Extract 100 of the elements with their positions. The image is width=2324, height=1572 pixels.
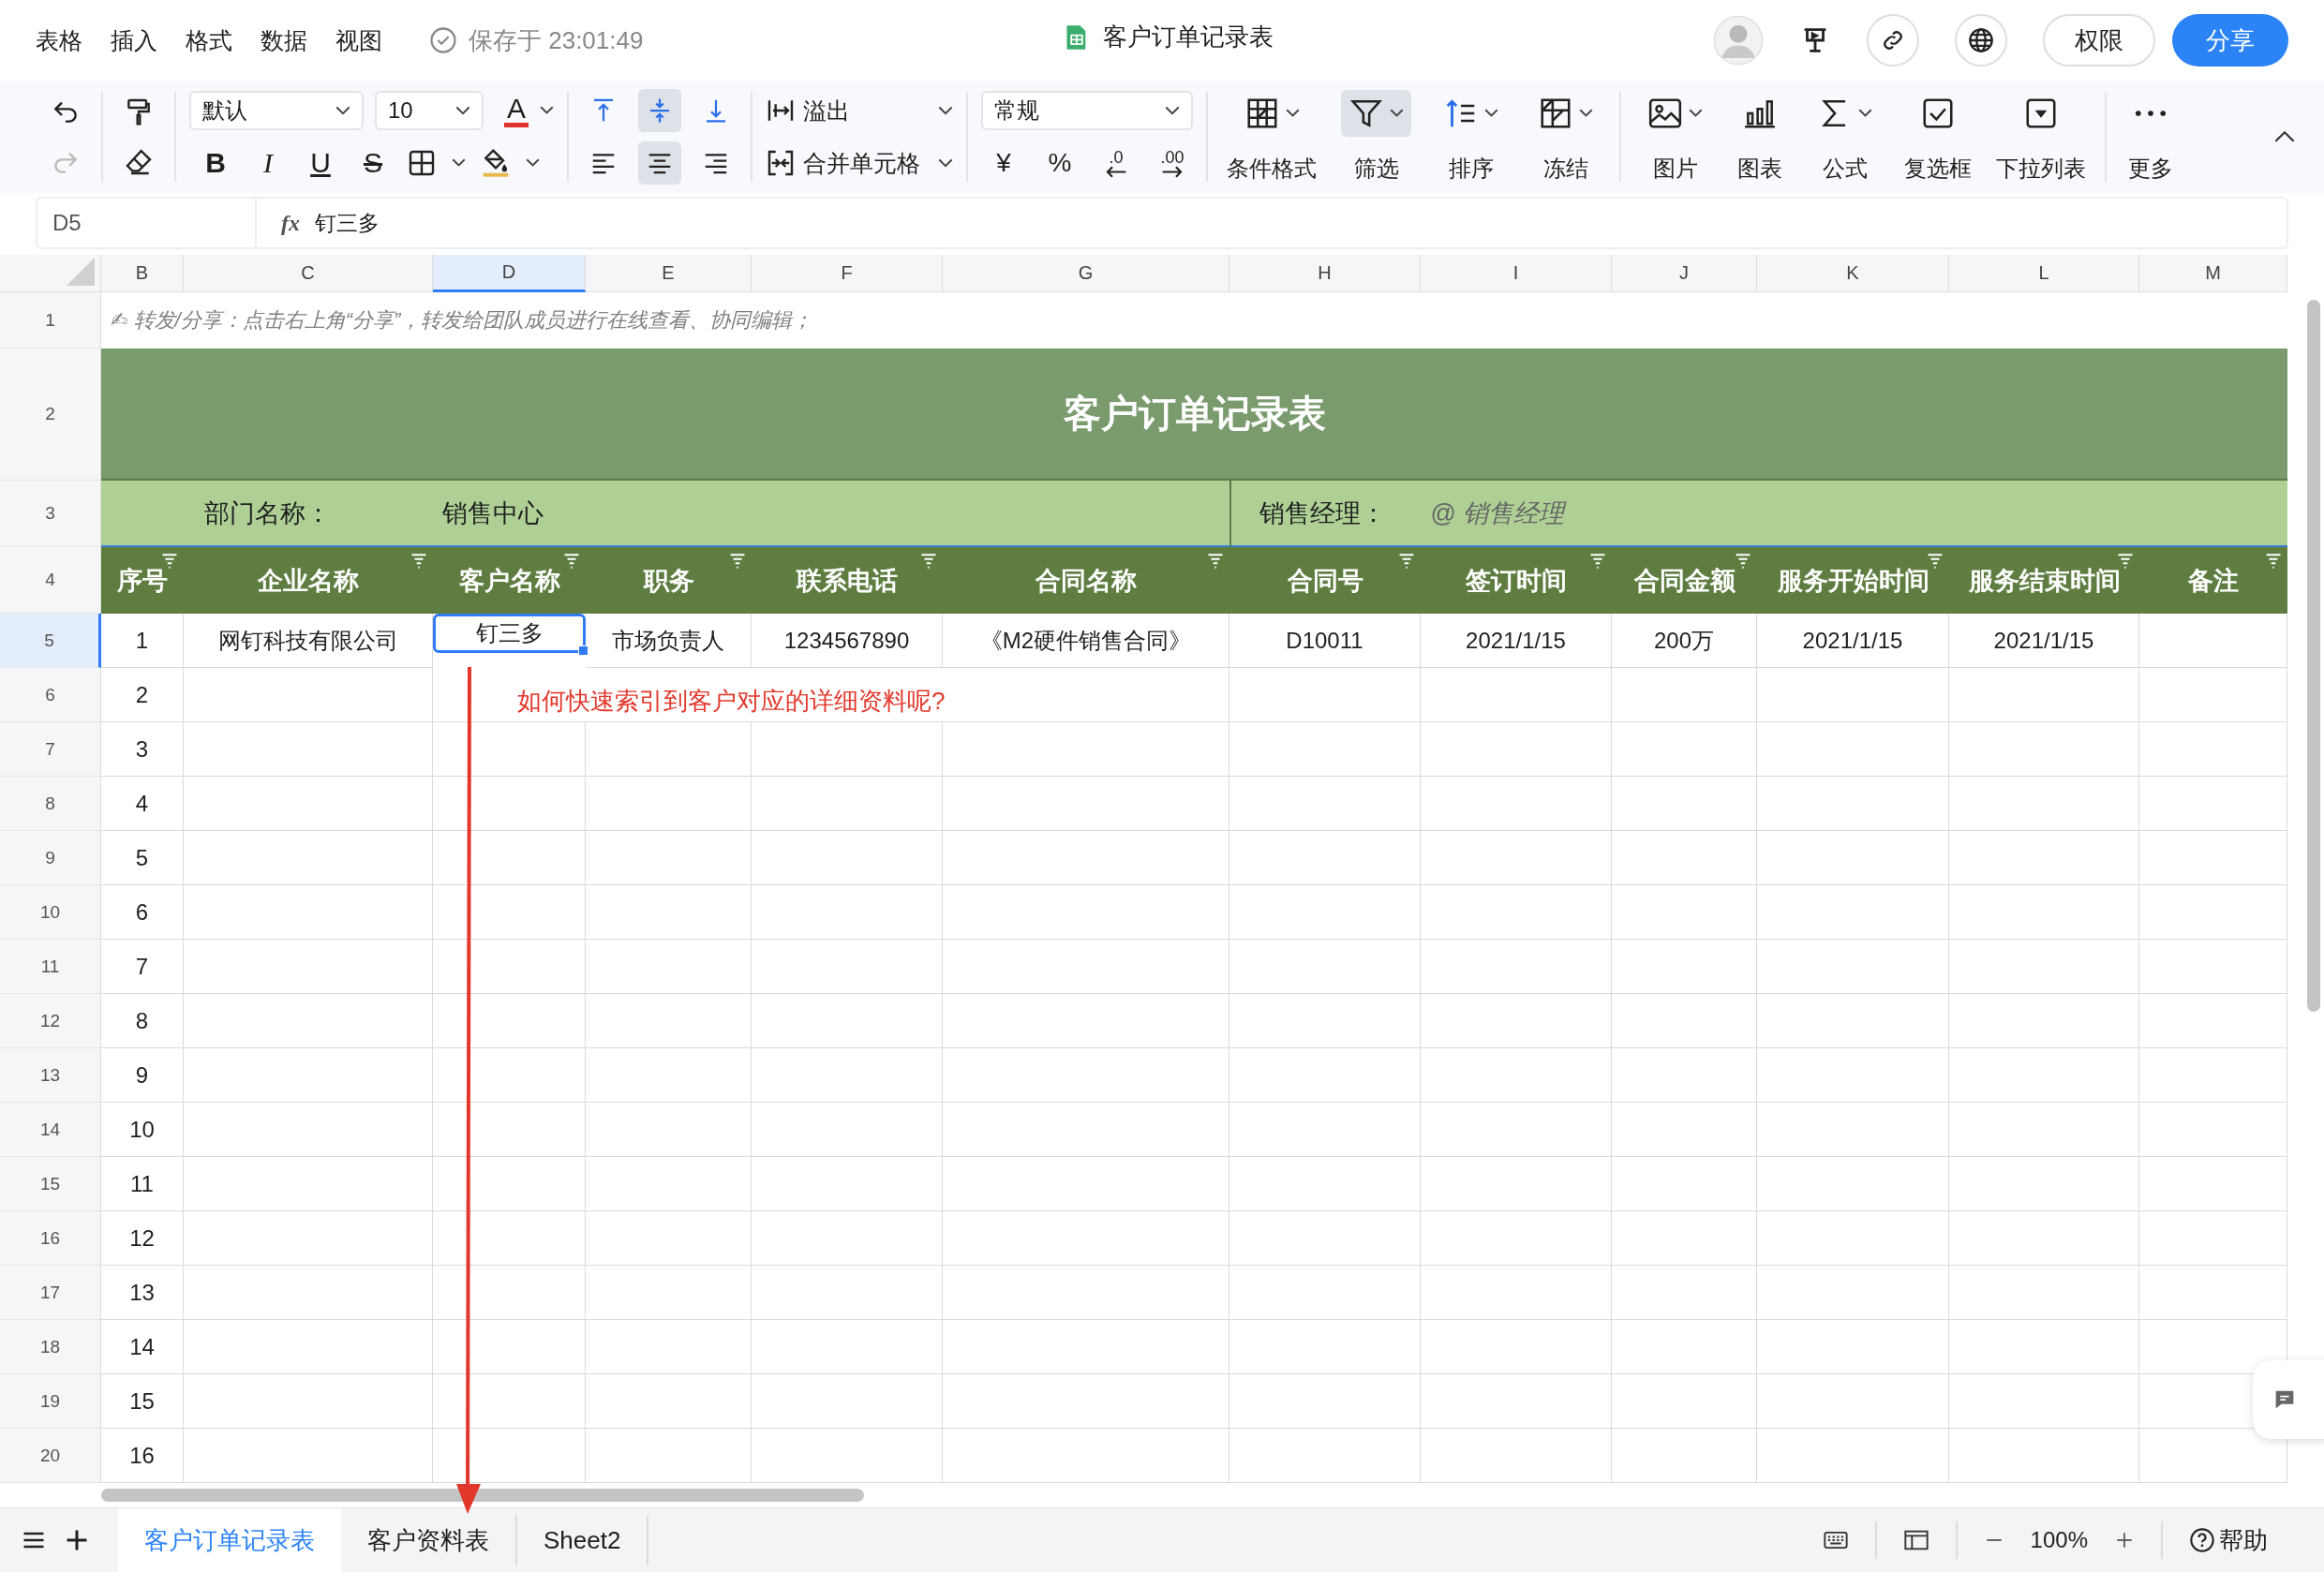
column-header[interactable]: C [184, 255, 433, 292]
align-middle-button[interactable] [638, 89, 681, 132]
row-header[interactable]: 11 [0, 940, 101, 994]
filter-icon[interactable] [1927, 553, 1944, 570]
help-button[interactable]: 帮助 [2189, 1523, 2268, 1557]
italic-button[interactable]: I [249, 142, 287, 184]
freeze-tool[interactable]: 冻结 [1525, 90, 1606, 184]
chart-tool[interactable]: 图表 [1729, 90, 1791, 184]
column-header[interactable]: J [1612, 255, 1757, 292]
row-header[interactable]: 19 [0, 1374, 101, 1429]
permission-button[interactable]: 权限 [2043, 14, 2155, 67]
filter-icon[interactable] [2265, 553, 2282, 570]
row-header[interactable]: 12 [0, 994, 101, 1048]
merge-cells-select[interactable]: 合并单元格 [766, 147, 953, 179]
checkbox-tool[interactable]: 复选框 [1899, 90, 1977, 184]
filter-icon[interactable] [161, 553, 178, 570]
bold-button[interactable]: B [197, 142, 234, 184]
row-header[interactable]: 17 [0, 1266, 101, 1320]
column-header[interactable]: F [752, 255, 943, 292]
column-header[interactable]: G [943, 255, 1229, 292]
table-cell: D10011 [1229, 614, 1421, 668]
number-format-select[interactable]: 常规 [981, 91, 1193, 130]
row-header[interactable]: 13 [0, 1048, 101, 1103]
column-header[interactable]: M [2139, 255, 2287, 292]
filter-icon[interactable] [920, 553, 937, 570]
sort-tool[interactable]: 排序 [1430, 90, 1512, 184]
caret-icon[interactable] [526, 158, 540, 168]
row-header[interactable]: 6 [0, 668, 101, 722]
dropdown-tool[interactable]: 下拉列表 [1990, 90, 2092, 184]
filter-tool[interactable]: 筛选 [1335, 90, 1417, 184]
align-center-button[interactable] [638, 141, 681, 185]
row-header[interactable]: 2 [0, 349, 101, 481]
fill-color-icon[interactable] [481, 148, 511, 178]
row-header[interactable]: 7 [0, 722, 101, 777]
share-button[interactable]: 分享 [2172, 14, 2288, 67]
caret-icon[interactable] [452, 158, 466, 168]
column-header[interactable]: B [101, 255, 184, 292]
text-overflow-select[interactable]: 溢出 [766, 95, 953, 126]
row-header[interactable]: 14 [0, 1103, 101, 1157]
formula-input[interactable]: 钉三多 [315, 208, 380, 238]
increase-decimal-button[interactable]: .00 [1155, 142, 1189, 184]
filter-icon[interactable] [410, 553, 427, 570]
filter-icon[interactable] [563, 553, 580, 570]
eraser-icon[interactable] [124, 147, 154, 177]
column-header[interactable]: H [1229, 255, 1421, 292]
sheet-tab[interactable]: Sheet2 [517, 1515, 649, 1565]
font-size-select[interactable]: 10 [375, 91, 484, 130]
row-header[interactable]: 5 [0, 614, 101, 668]
borders-icon[interactable] [407, 148, 437, 178]
font-select[interactable]: 默认 [189, 91, 364, 130]
caret-icon[interactable] [540, 106, 554, 115]
menu-item[interactable]: 插入 [111, 24, 157, 56]
filter-icon[interactable] [729, 553, 746, 570]
language-button[interactable] [1955, 14, 2007, 67]
column-header[interactable]: E [586, 255, 752, 292]
filter-icon[interactable] [1207, 553, 1224, 570]
selected-cell[interactable]: 钉三多 [433, 614, 586, 653]
row-header[interactable]: 15 [0, 1157, 101, 1211]
formula-tool[interactable]: 公式 [1804, 90, 1885, 184]
filter-icon[interactable] [1735, 553, 1751, 570]
column-header[interactable]: D [433, 255, 586, 292]
link-button[interactable] [1867, 14, 1919, 67]
row-header[interactable]: 1 [0, 292, 101, 349]
decrease-decimal-button[interactable]: .0 [1099, 142, 1133, 184]
row-header[interactable]: 10 [0, 885, 101, 940]
row-header[interactable]: 8 [0, 777, 101, 831]
menu-item[interactable]: 视图 [335, 24, 382, 56]
currency-button[interactable]: ¥ [987, 142, 1020, 184]
row-header[interactable]: 18 [0, 1320, 101, 1374]
font-color-button[interactable]: A [504, 94, 529, 127]
sheet-tab[interactable]: 客户订单记录表 [118, 1508, 341, 1572]
filter-icon[interactable] [1398, 553, 1415, 570]
percent-button[interactable]: % [1043, 142, 1077, 184]
collapse-icon[interactable] [2273, 129, 2296, 144]
comment-button[interactable] [2253, 1360, 2324, 1439]
column-header[interactable]: L [1949, 255, 2139, 292]
menu-item[interactable]: 数据 [261, 24, 307, 56]
more-tool[interactable]: 更多 [2120, 90, 2182, 184]
row-header[interactable]: 16 [0, 1211, 101, 1266]
cell-reference-field[interactable]: D5 [37, 199, 257, 247]
column-header[interactable]: K [1757, 255, 1949, 292]
vertical-scrollbar[interactable] [2307, 300, 2320, 1012]
underline-button[interactable]: U [302, 142, 339, 184]
row-header[interactable]: 3 [0, 481, 101, 547]
strike-button[interactable]: S [354, 142, 392, 184]
filter-icon[interactable] [1589, 553, 1606, 570]
row-header[interactable]: 20 [0, 1429, 101, 1483]
menu-item[interactable]: 表格 [36, 24, 82, 56]
row-header[interactable]: 4 [0, 547, 101, 614]
horizontal-scrollbar[interactable] [101, 1489, 864, 1502]
zoom-in-icon[interactable] [2114, 1530, 2135, 1550]
column-header[interactable]: I [1421, 255, 1612, 292]
sheet-tab[interactable]: 客户资料表 [341, 1515, 517, 1565]
row-header[interactable]: 9 [0, 831, 101, 885]
conditional-tool[interactable]: 条件格式 [1221, 90, 1322, 184]
caret-icon [1484, 109, 1498, 118]
menu-item[interactable]: 格式 [186, 24, 232, 56]
image-tool[interactable]: 图片 [1634, 90, 1716, 184]
filter-icon[interactable] [2117, 553, 2134, 570]
fill-handle[interactable] [578, 645, 588, 656]
